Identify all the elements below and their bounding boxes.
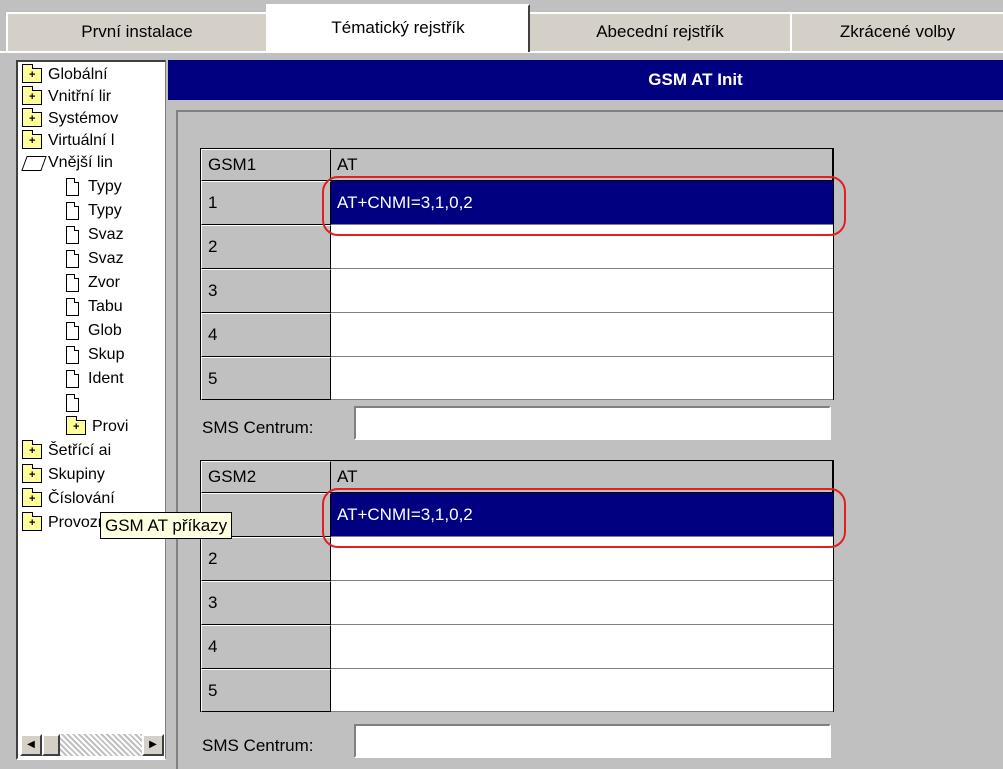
- folder-icon: [22, 512, 42, 531]
- tree-item-provozni-sub[interactable]: Provi: [66, 416, 162, 438]
- gsm2-row-number: 5: [201, 669, 331, 712]
- gsm1-at-cell[interactable]: [331, 357, 833, 400]
- tree-item-svazky-2[interactable]: Svaz: [66, 248, 162, 270]
- tab-tematicky-rejstrik[interactable]: Tématický rejstřík: [266, 4, 530, 52]
- document-icon: [66, 394, 79, 412]
- panel-title: GSM AT Init: [648, 70, 743, 89]
- tree-item-identifikace[interactable]: Ident: [66, 368, 162, 390]
- panel-title-bar: GSM AT Init: [168, 60, 1003, 100]
- scroll-thumb[interactable]: [42, 734, 60, 756]
- gsm1-row-number: 1: [201, 181, 331, 225]
- document-icon: [66, 298, 79, 316]
- tree-tooltip: GSM AT příkazy: [100, 512, 233, 539]
- gsm2-at-cell[interactable]: [331, 625, 833, 669]
- tab-zkracene-volby[interactable]: Zkrácené volby: [790, 12, 1003, 52]
- gsm1-sms-centrum-input[interactable]: [354, 406, 831, 440]
- tree-item-gsm-at-prikazy[interactable]: [66, 392, 162, 414]
- tree-item-systemove[interactable]: Systémov: [22, 108, 162, 130]
- tab-bar: První instalace Tématický rejstřík Abece…: [0, 0, 1003, 53]
- document-icon: [66, 322, 79, 340]
- tree-item-skupiny[interactable]: Skup: [66, 344, 162, 366]
- tree-horizontal-scrollbar[interactable]: ◀ ▶: [20, 734, 164, 756]
- gsm2-row-number: 2: [201, 537, 331, 581]
- gsm2-row-number: 4: [201, 625, 331, 669]
- tree-item-typy-1[interactable]: Typy: [66, 176, 162, 198]
- gsm1-row-number: 3: [201, 269, 331, 313]
- tree-item-vnitrni-linky[interactable]: Vnitřní lir: [22, 86, 162, 108]
- annotation-highlight-gsm2: [322, 488, 846, 548]
- gsm2-at-cell[interactable]: [331, 581, 833, 625]
- tree-item-virtualni[interactable]: Virtuální l: [22, 130, 162, 152]
- folder-icon: [22, 64, 42, 83]
- scroll-right-button[interactable]: ▶: [142, 734, 164, 756]
- document-icon: [66, 250, 79, 268]
- tree-item-globalni[interactable]: Globální: [22, 64, 162, 86]
- folder-icon: [22, 108, 42, 127]
- scroll-left-button[interactable]: ◀: [20, 734, 42, 756]
- gsm1-row-number: 2: [201, 225, 331, 269]
- annotation-highlight-gsm1: [322, 176, 846, 236]
- gsm1-at-cell[interactable]: [331, 313, 833, 357]
- gsm2-header-label: GSM2: [201, 461, 331, 493]
- gsm2-at-cell[interactable]: [331, 669, 833, 712]
- tree-item-cislovani[interactable]: Číslování: [22, 488, 162, 510]
- document-icon: [66, 274, 79, 292]
- folder-icon: [22, 464, 42, 483]
- tree-item-skupiny-root[interactable]: Skupiny: [22, 464, 162, 486]
- tree-item-zvoneni[interactable]: Zvor: [66, 272, 162, 294]
- folder-icon: [22, 86, 42, 105]
- folder-icon: [22, 488, 42, 507]
- document-icon: [66, 346, 79, 364]
- topic-tree[interactable]: Globální Vnitřní lir Systémov Virtuální …: [16, 60, 166, 760]
- gsm2-row-number: 3: [201, 581, 331, 625]
- tab-abecedni-rejstrik[interactable]: Abecední rejstřík: [528, 12, 792, 52]
- tree-item-vnejsi-linky[interactable]: Vnější lin: [21, 152, 162, 174]
- gsm1-row-number: 5: [201, 357, 331, 400]
- document-icon: [66, 178, 79, 196]
- gsm1-sms-label: SMS Centrum:: [202, 418, 314, 437]
- tree-item-typy-2[interactable]: Typy: [66, 200, 162, 222]
- tab-prvni-instalace[interactable]: První instalace: [6, 12, 268, 52]
- gsm1-row-number: 4: [201, 313, 331, 357]
- document-icon: [66, 202, 79, 220]
- tree-item-globalni-2[interactable]: Glob: [66, 320, 162, 342]
- gsm1-header-label: GSM1: [201, 149, 331, 181]
- document-icon: [66, 226, 79, 244]
- gsm2-row-4[interactable]: 4: [201, 625, 833, 669]
- document-icon: [66, 370, 79, 388]
- gsm2-sms-centrum-input[interactable]: [354, 724, 831, 758]
- tree-item-svazky-1[interactable]: Svaz: [66, 224, 162, 246]
- gsm2-sms-label: SMS Centrum:: [202, 736, 314, 755]
- gsm1-row-3[interactable]: 3: [201, 269, 833, 313]
- gsm2-row-5[interactable]: 5: [201, 669, 833, 712]
- folder-icon: [66, 416, 86, 435]
- gsm2-row-3[interactable]: 3: [201, 581, 833, 625]
- tree-item-setrici[interactable]: Šetřící ai: [22, 440, 162, 462]
- folder-open-icon: [21, 156, 47, 171]
- gsm1-row-4[interactable]: 4: [201, 313, 833, 357]
- tree-item-tabulka[interactable]: Tabu: [66, 296, 162, 318]
- folder-icon: [22, 440, 42, 459]
- gsm1-at-cell[interactable]: [331, 269, 833, 313]
- folder-icon: [22, 130, 42, 149]
- gsm1-row-5[interactable]: 5: [201, 357, 833, 400]
